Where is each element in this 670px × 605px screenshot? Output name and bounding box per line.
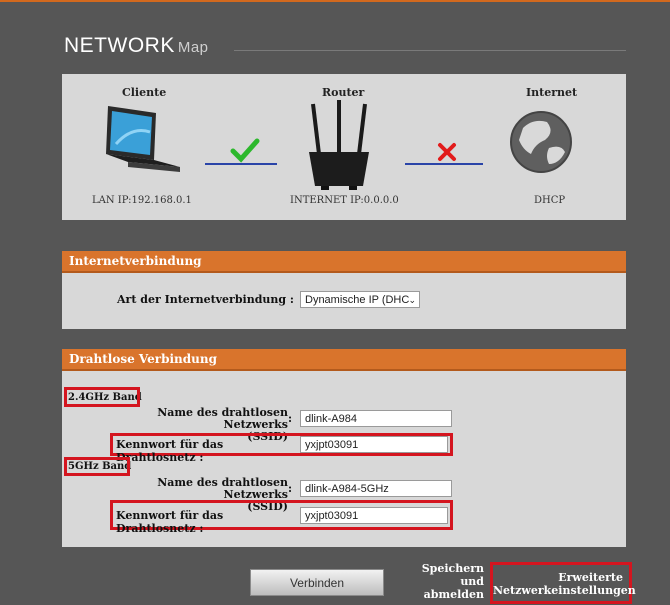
connection-type-label: Art der Internetverbindung : bbox=[117, 293, 294, 306]
ssid-5-value: dlink-A984-5GHz bbox=[305, 483, 389, 495]
save-logout-line2: und bbox=[460, 575, 484, 588]
ssid-5-colon: : bbox=[288, 482, 293, 495]
password-24-input[interactable]: yxjpt03091 bbox=[300, 436, 448, 453]
client-caption: LAN IP:192.168.0.1 bbox=[92, 195, 192, 206]
router-caption: INTERNET IP:0.0.0.0 bbox=[290, 195, 399, 206]
client-heading: Cliente bbox=[122, 86, 167, 99]
band-5-highlight bbox=[64, 457, 130, 476]
ssid-24-input[interactable]: dlink-A984 bbox=[300, 410, 452, 427]
wireless-heading: Drahtlose Verbindung bbox=[62, 349, 626, 371]
wireless-section: Drahtlose Verbindung 2.4GHz Band Name de… bbox=[62, 349, 626, 547]
page-title-sub: Map bbox=[177, 39, 209, 56]
internet-caption: DHCP bbox=[534, 195, 566, 206]
title-divider bbox=[234, 50, 626, 51]
save-logout-line1: Speichern bbox=[421, 562, 484, 575]
connect-button[interactable]: Verbinden bbox=[250, 569, 384, 596]
laptop-icon bbox=[106, 106, 180, 172]
internet-connection-heading: Internetverbindung bbox=[62, 251, 626, 273]
page-title-main: NETWORK bbox=[64, 34, 175, 57]
password-5-label: Kennwort für das Drahtlosnetz : bbox=[116, 509, 224, 535]
page-title: NETWORK Map bbox=[64, 34, 209, 58]
router-internet-line bbox=[405, 163, 483, 165]
advanced-settings-line2: Netzwerkeinstellungen bbox=[493, 584, 636, 597]
network-map-panel: Cliente Router Internet LAN IP:192.168.0… bbox=[62, 74, 626, 220]
ssid-24-label-line1: Name des drahtlosen Netzwerks bbox=[157, 406, 288, 431]
globe-icon bbox=[510, 111, 572, 173]
internet-heading: Internet bbox=[526, 86, 578, 99]
ssid-24-value: dlink-A984 bbox=[305, 413, 357, 425]
save-logout-button[interactable]: Speichern und abmelden bbox=[415, 562, 484, 601]
chevron-down-icon: ⌄ bbox=[408, 295, 416, 305]
advanced-settings-button[interactable]: Erweiterte Netzwerkeinstellungen bbox=[490, 562, 636, 604]
connection-type-select[interactable]: Dynamische IP (DHC ⌄ bbox=[300, 291, 420, 308]
password-5-value: yxjpt03091 bbox=[305, 510, 359, 522]
ssid-5-input[interactable]: dlink-A984-5GHz bbox=[300, 480, 452, 497]
advanced-settings-line1: Erweiterte bbox=[558, 571, 623, 584]
router-icon bbox=[309, 100, 369, 190]
router-heading: Router bbox=[322, 86, 365, 99]
check-icon bbox=[230, 138, 260, 163]
ssid-24-colon: : bbox=[288, 412, 293, 425]
connection-type-value: Dynamische IP (DHC bbox=[305, 294, 410, 306]
save-logout-line3: abmelden bbox=[423, 588, 484, 601]
password-24-label: Kennwort für das Drahtlosnetz : bbox=[116, 438, 224, 464]
password-5-input[interactable]: yxjpt03091 bbox=[300, 507, 448, 524]
band-24-highlight bbox=[64, 387, 140, 407]
password-24-value: yxjpt03091 bbox=[305, 439, 359, 451]
cross-icon bbox=[438, 143, 456, 161]
client-router-line bbox=[205, 163, 277, 165]
internet-connection-section: Internetverbindung Art der Internetverbi… bbox=[62, 251, 626, 329]
ssid-5-label-line1: Name des drahtlosen Netzwerks bbox=[157, 476, 288, 501]
